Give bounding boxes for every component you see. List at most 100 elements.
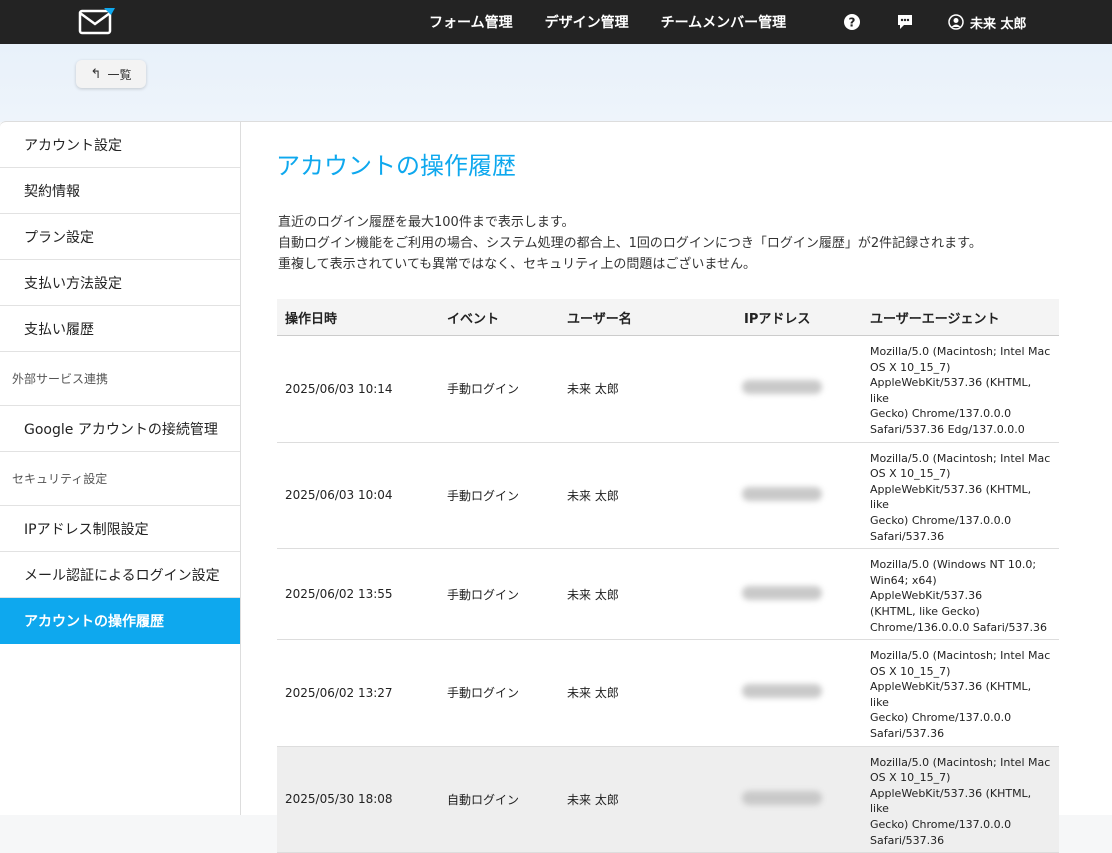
- ua-line: Gecko) Chrome/137.0.0.0: [870, 513, 1012, 527]
- description-line: 重複して表示されていても異常ではなく、セキュリティ上の問題はございません。: [278, 257, 757, 272]
- ua-line: Mozilla/5.0 (Macintosh; Intel Mac: [870, 755, 1051, 769]
- ua-line: Safari/537.36: [870, 833, 945, 847]
- cell-event: 手動ログイン: [439, 548, 559, 641]
- sidebar-item-operation-history[interactable]: アカウントの操作履歴: [0, 598, 240, 644]
- nav-form-management[interactable]: フォーム管理: [429, 12, 513, 32]
- ua-line: Mozilla/5.0 (Macintosh; Intel Mac: [870, 649, 1051, 663]
- cell-datetime: 2025/06/02 13:55: [277, 548, 439, 641]
- sidebar-item-ip-restriction[interactable]: IPアドレス制限設定: [0, 506, 240, 552]
- column-header-event: イベント: [439, 299, 559, 336]
- description-line: 自動ログイン機能をご利用の場合、システム処理の都合上、1回のログインにつき「ログ…: [278, 236, 982, 251]
- cell-username: 未来 太郎: [559, 639, 736, 747]
- mail-logo-icon[interactable]: [78, 6, 116, 36]
- sidebar-section-security: セキュリティ設定: [0, 452, 240, 506]
- column-header-user-agent: ユーザーエージェント: [862, 299, 1059, 336]
- column-header-datetime: 操作日時: [277, 299, 439, 336]
- ip-redacted: [742, 585, 822, 600]
- ua-line: Safari/537.36: [870, 727, 945, 741]
- help-icon[interactable]: ?: [843, 13, 861, 31]
- table-row: 2025/06/03 10:14 手動ログイン 未来 太郎 Mozilla/5.…: [277, 335, 1059, 443]
- cell-user-agent: Mozilla/5.0 (Windows NT 10.0; Win64; x64…: [862, 548, 1059, 641]
- sidebar-item-account-settings[interactable]: アカウント設定: [0, 122, 240, 168]
- cell-ip: [736, 335, 862, 443]
- column-header-username: ユーザー名: [559, 299, 736, 336]
- chat-icon[interactable]: [896, 13, 914, 31]
- cell-ip: [736, 442, 862, 550]
- main-content: アカウントの操作履歴 直近のログイン履歴を最大100件まで表示します。 自動ログ…: [241, 121, 1112, 853]
- cell-user-agent: Mozilla/5.0 (Macintosh; Intel Mac OS X 1…: [862, 335, 1059, 443]
- cell-username: 未来 太郎: [559, 442, 736, 550]
- ip-redacted: [742, 380, 822, 395]
- top-navigation-bar: フォーム管理 デザイン管理 チームメンバー管理 ? 未来 太郎: [0, 0, 1112, 44]
- sidebar-item-contract-info[interactable]: 契約情報: [0, 168, 240, 214]
- cell-event: 手動ログイン: [439, 639, 559, 747]
- ua-line: (KHTML, like Gecko): [870, 604, 980, 618]
- page-title: アカウントの操作履歴: [276, 152, 516, 180]
- user-menu[interactable]: 未来 太郎: [948, 0, 1027, 44]
- description-line: 直近のログイン履歴を最大100件まで表示します。: [278, 215, 575, 230]
- table-row: 2025/05/30 18:08 自動ログイン 未来 太郎 Mozilla/5.…: [277, 746, 1059, 853]
- settings-sidebar: アカウント設定 契約情報 プラン設定 支払い方法設定 支払い履歴 外部サービス連…: [0, 121, 241, 815]
- ua-line: Win64; x64) AppleWebKit/537.36: [870, 573, 983, 603]
- cell-datetime: 2025/06/02 13:27: [277, 639, 439, 747]
- cell-ip: [736, 639, 862, 747]
- user-name: 未来 太郎: [970, 16, 1027, 32]
- table-row: 2025/06/02 13:55 手動ログイン 未来 太郎 Mozilla/5.…: [277, 548, 1059, 641]
- cell-datetime: 2025/06/03 10:04: [277, 442, 439, 550]
- ua-line: AppleWebKit/537.36 (KHTML, like: [870, 786, 1032, 816]
- main-nav: フォーム管理 デザイン管理 チームメンバー管理: [429, 0, 818, 44]
- description: 直近のログイン履歴を最大100件まで表示します。 自動ログイン機能をご利用の場合…: [278, 212, 982, 275]
- cell-user-agent: Mozilla/5.0 (Macintosh; Intel Mac OS X 1…: [862, 639, 1059, 747]
- ua-line: OS X 10_15_7): [870, 664, 951, 678]
- cell-username: 未来 太郎: [559, 335, 736, 443]
- cell-user-agent: Mozilla/5.0 (Macintosh; Intel Mac OS X 1…: [862, 442, 1059, 550]
- ip-redacted: [742, 790, 822, 805]
- page-banner: [0, 44, 1112, 122]
- cell-ip: [736, 746, 862, 853]
- cell-datetime: 2025/06/03 10:14: [277, 335, 439, 443]
- nav-team-member-management[interactable]: チームメンバー管理: [661, 12, 787, 32]
- ua-line: Mozilla/5.0 (Windows NT 10.0;: [870, 558, 1037, 572]
- ua-line: OS X 10_15_7): [870, 771, 951, 785]
- table-row: 2025/06/02 13:27 手動ログイン 未来 太郎 Mozilla/5.…: [277, 639, 1059, 747]
- ua-line: Gecko) Chrome/137.0.0.0: [870, 711, 1012, 725]
- ua-line: OS X 10_15_7): [870, 360, 951, 374]
- ua-line: Safari/537.36: [870, 529, 945, 543]
- user-avatar-icon: [948, 14, 964, 30]
- login-history-table: 操作日時 イベント ユーザー名 IPアドレス ユーザーエージェント 2025/0…: [277, 299, 1059, 853]
- cell-ip: [736, 548, 862, 641]
- cell-datetime: 2025/05/30 18:08: [277, 746, 439, 853]
- ua-line: AppleWebKit/537.36 (KHTML, like: [870, 680, 1032, 709]
- ip-redacted: [742, 684, 822, 699]
- svg-text:?: ?: [849, 16, 856, 30]
- ua-line: Mozilla/5.0 (Macintosh; Intel Mac: [870, 345, 1051, 358]
- table-header-row: 操作日時 イベント ユーザー名 IPアドレス ユーザーエージェント: [277, 299, 1059, 336]
- sidebar-item-payment-history[interactable]: 支払い履歴: [0, 306, 240, 352]
- sidebar-item-payment-method[interactable]: 支払い方法設定: [0, 260, 240, 306]
- cell-username: 未来 太郎: [559, 548, 736, 641]
- cell-event: 手動ログイン: [439, 335, 559, 443]
- cell-event: 手動ログイン: [439, 442, 559, 550]
- ip-redacted: [742, 486, 822, 501]
- cell-user-agent: Mozilla/5.0 (Macintosh; Intel Mac OS X 1…: [862, 746, 1059, 853]
- cell-username: 未来 太郎: [559, 746, 736, 853]
- cell-event: 自動ログイン: [439, 746, 559, 853]
- column-header-ip: IPアドレス: [736, 299, 862, 336]
- sidebar-item-google-account[interactable]: Google アカウントの接続管理: [0, 406, 240, 452]
- ua-line: AppleWebKit/537.36 (KHTML, like: [870, 482, 1032, 512]
- back-arrow-icon: ↰: [90, 66, 102, 82]
- ua-line: OS X 10_15_7): [870, 467, 951, 481]
- ua-line: Chrome/136.0.0.0 Safari/537.36: [870, 620, 1047, 634]
- ua-line: Safari/537.36 Edg/137.0.0.0: [870, 422, 1025, 436]
- back-button-label: 一覧: [107, 67, 132, 82]
- sidebar-section-external-services: 外部サービス連携: [0, 352, 240, 406]
- nav-design-management[interactable]: デザイン管理: [545, 12, 629, 32]
- back-to-list-button[interactable]: ↰ 一覧: [76, 60, 146, 88]
- ua-line: Gecko) Chrome/137.0.0.0: [870, 818, 1012, 832]
- table-row: 2025/06/03 10:04 手動ログイン 未来 太郎 Mozilla/5.…: [277, 442, 1059, 550]
- ua-line: Mozilla/5.0 (Macintosh; Intel Mac: [870, 451, 1051, 465]
- sidebar-item-email-auth-login[interactable]: メール認証によるログイン設定: [0, 552, 240, 598]
- ua-line: Gecko) Chrome/137.0.0.0: [870, 407, 1012, 421]
- ua-line: AppleWebKit/537.36 (KHTML, like: [870, 376, 1032, 405]
- sidebar-item-plan-settings[interactable]: プラン設定: [0, 214, 240, 260]
